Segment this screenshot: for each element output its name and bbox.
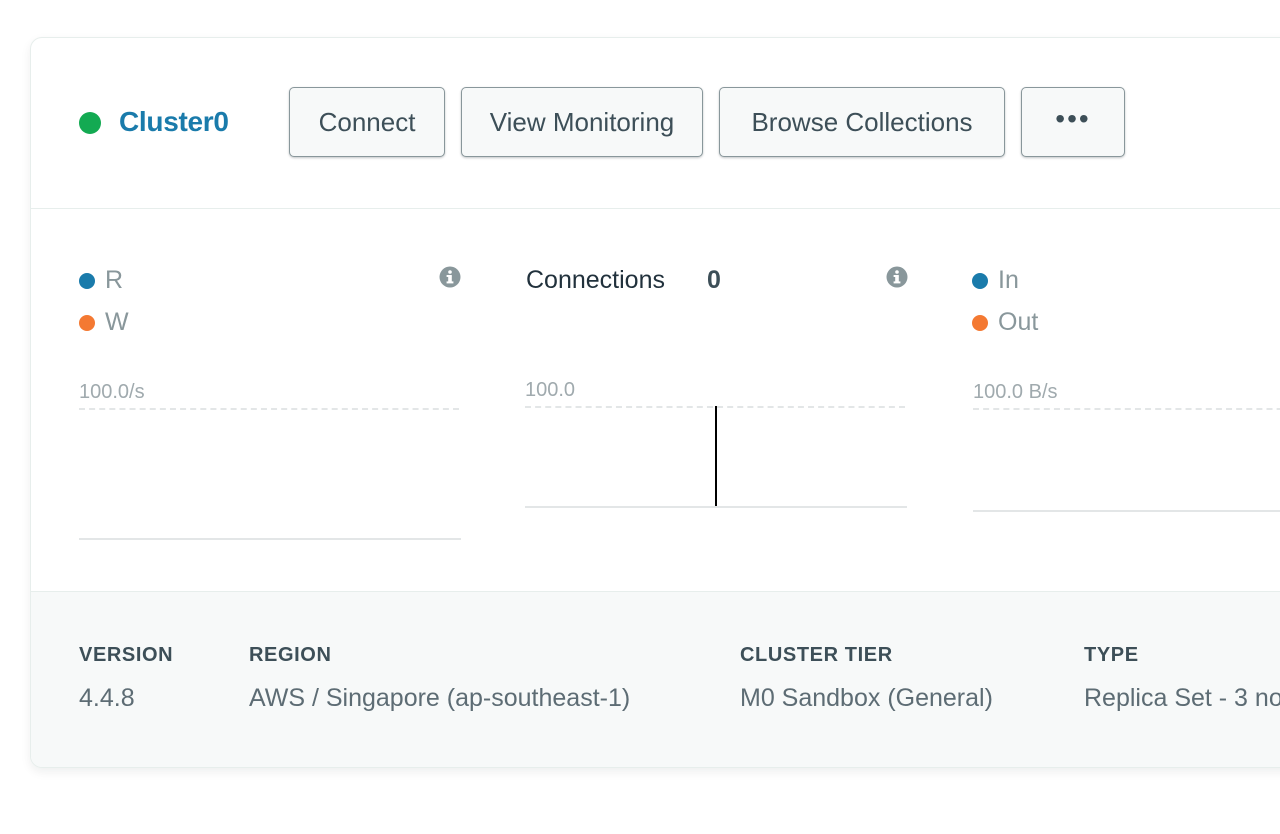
network-chart-max-label: 100.0 B/s <box>973 381 1058 403</box>
writes-legend-dot-icon <box>79 314 95 331</box>
legend-item-writes: W <box>79 308 129 337</box>
connections-chart-max-label: 100.0 <box>525 379 576 401</box>
legend-label-reads: R <box>105 266 124 294</box>
reads-legend-dot-icon <box>79 272 95 289</box>
info-icon[interactable] <box>886 266 908 288</box>
region-value: AWS / Singapore (ap-southeast-1) <box>249 684 631 712</box>
legend-item-in: In <box>972 266 1019 295</box>
connections-value: 0 <box>707 266 721 294</box>
status-indicator-icon <box>79 112 101 134</box>
ops-chart-max-gridline <box>79 408 459 410</box>
cluster-tier-label: CLUSTER TIER <box>740 644 893 666</box>
in-legend-dot-icon <box>972 272 988 289</box>
version-value: 4.4.8 <box>79 684 135 712</box>
network-chart-max-gridline <box>973 408 1280 410</box>
out-legend-dot-icon <box>972 314 988 331</box>
cluster-tier-value: M0 Sandbox (General) <box>740 684 993 712</box>
cluster-details: VERSION 4.4.8 REGION AWS / Singapore (ap… <box>31 591 1280 767</box>
connections-chart-cursor-line <box>715 406 717 506</box>
legend-label-writes: W <box>105 308 129 336</box>
cluster-name-link[interactable]: Cluster0 <box>119 104 229 140</box>
cluster-header: Cluster0 Connect View Monitoring Browse … <box>31 38 1280 209</box>
view-monitoring-button[interactable]: View Monitoring <box>461 87 703 157</box>
ops-chart-baseline <box>79 538 461 540</box>
cluster-card: Cluster0 Connect View Monitoring Browse … <box>30 37 1280 768</box>
connect-button[interactable]: Connect <box>289 87 445 157</box>
more-options-button[interactable]: ••• <box>1021 87 1125 157</box>
legend-label-in: In <box>998 266 1019 294</box>
type-value: Replica Set - 3 nodes <box>1084 684 1280 712</box>
legend-item-out: Out <box>972 308 1038 337</box>
connections-title: Connections <box>526 266 665 294</box>
ops-chart-max-label: 100.0/s <box>79 381 145 403</box>
browse-collections-button[interactable]: Browse Collections <box>719 87 1005 157</box>
info-icon[interactable] <box>439 266 461 288</box>
type-label: TYPE <box>1084 644 1139 666</box>
legend-label-out: Out <box>998 308 1039 336</box>
connections-chart-baseline <box>525 506 907 508</box>
version-label: VERSION <box>79 644 174 666</box>
region-label: REGION <box>249 644 332 666</box>
legend-item-reads: R <box>79 266 123 295</box>
network-chart-baseline <box>973 510 1280 512</box>
